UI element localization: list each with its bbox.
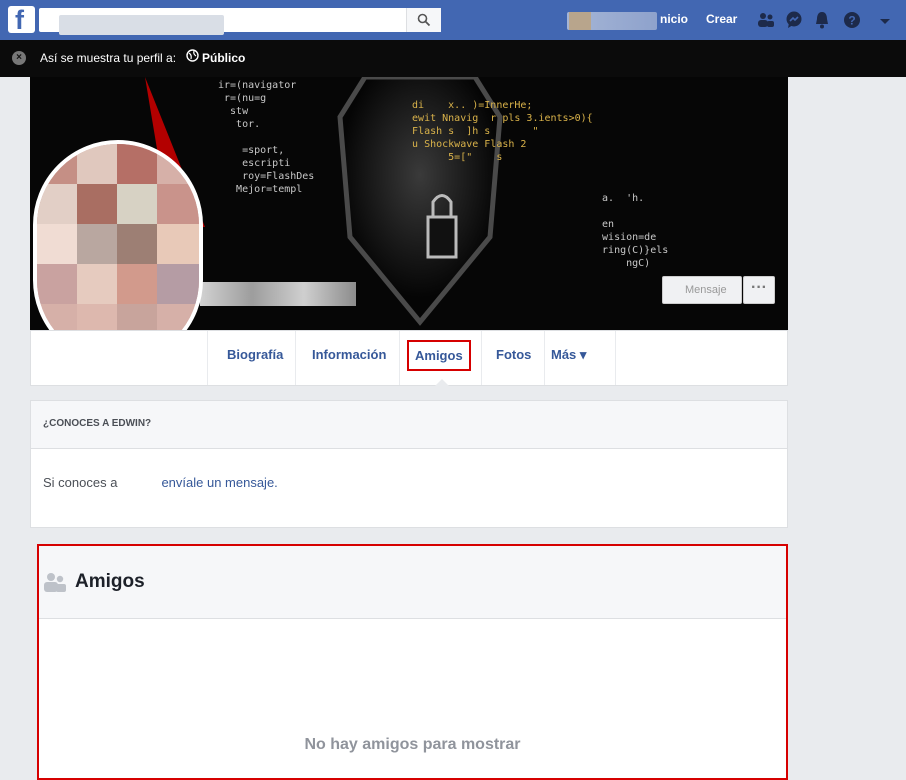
active-tab-caret-icon	[435, 379, 449, 386]
tab-divider	[615, 331, 616, 385]
tab-biografia[interactable]: Biografía	[227, 347, 283, 362]
friends-section: Amigos No hay amigos para mostrar	[37, 544, 788, 780]
profile-preview-bar: × Así se muestra tu perfil a: Público	[0, 40, 906, 77]
search-redaction	[59, 15, 224, 35]
facebook-logo[interactable]: f	[8, 5, 35, 35]
more-options-button[interactable]: ···	[743, 276, 775, 304]
tab-divider	[399, 331, 400, 385]
send-message-link[interactable]: envíale un mensaje.	[161, 475, 277, 490]
svg-text:?: ?	[848, 14, 855, 28]
create-link[interactable]: Crear	[706, 12, 737, 26]
close-preview-icon[interactable]: ×	[12, 51, 26, 65]
friends-section-header: Amigos	[39, 546, 786, 619]
preview-label: Así se muestra tu perfil a:	[40, 51, 177, 65]
dropdown-icon[interactable]	[878, 10, 892, 30]
messenger-icon[interactable]	[784, 10, 804, 30]
friends-icon	[44, 573, 66, 592]
logo-glyph: f	[15, 5, 24, 35]
search-icon	[417, 13, 431, 27]
tab-mas[interactable]: Más ▾	[551, 347, 586, 363]
friends-icon[interactable]	[756, 10, 776, 30]
tab-divider	[295, 331, 296, 385]
audience-selector[interactable]: Público	[202, 51, 245, 65]
search-button[interactable]	[406, 8, 441, 32]
message-button[interactable]: Mensaje	[662, 276, 742, 304]
globe-icon	[186, 49, 199, 62]
tab-divider	[207, 331, 208, 385]
tab-divider	[544, 331, 545, 385]
search-box	[39, 8, 441, 35]
tab-amigos[interactable]: Amigos	[407, 340, 471, 371]
help-icon[interactable]: ?	[842, 10, 862, 30]
profile-picture-image	[37, 144, 199, 361]
notifications-icon[interactable]	[812, 10, 832, 30]
know-card-body: Si conoces a envíale un mensaje.	[31, 449, 787, 516]
no-friends-message: No hay amigos para mostrar	[304, 736, 521, 753]
tab-informacion[interactable]: Información	[312, 347, 386, 362]
profile-shortcut[interactable]	[567, 12, 657, 30]
home-link[interactable]: Inicio	[660, 12, 688, 26]
profile-name-redacted	[200, 282, 356, 306]
know-card-title: ¿CONOCES A EDWIN?	[31, 401, 787, 449]
know-card-text: Si conoces a	[43, 475, 118, 490]
friends-section-title: Amigos	[75, 571, 145, 592]
tab-fotos[interactable]: Fotos	[496, 347, 531, 362]
know-person-card: ¿CONOCES A EDWIN? Si conoces a envíale un…	[30, 400, 788, 528]
profile-tabs: Biografía Información Amigos Fotos Más ▾	[30, 330, 788, 386]
tab-divider	[481, 331, 482, 385]
top-bar: f Inicio Crear ?	[0, 0, 906, 40]
